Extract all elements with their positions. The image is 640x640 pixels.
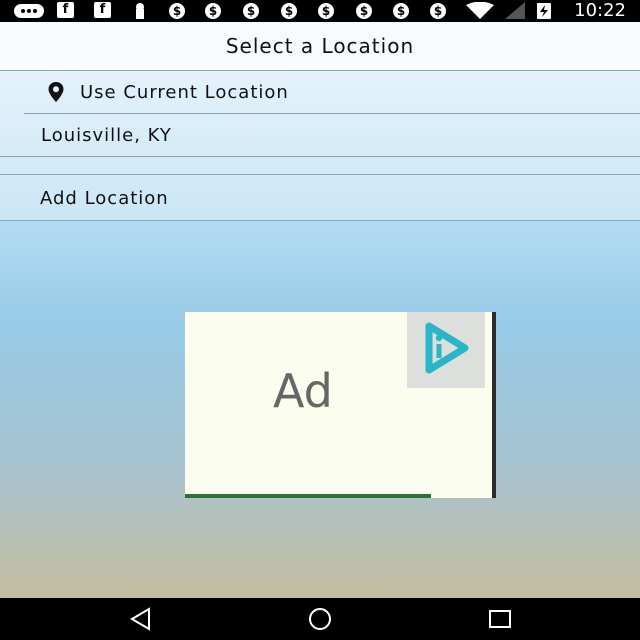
dollar-icon: $ xyxy=(205,3,221,19)
dollar-icon: $ xyxy=(393,3,409,19)
home-icon[interactable] xyxy=(307,606,333,632)
add-location-button[interactable]: Add Location xyxy=(0,176,640,221)
facebook-icon: f xyxy=(57,2,74,18)
divider xyxy=(0,220,640,221)
use-current-location-button[interactable]: Use Current Location xyxy=(0,71,640,113)
divider xyxy=(0,174,640,175)
page-title: Select a Location xyxy=(225,34,415,58)
status-bar: f f $ $ $ $ $ $ $ $ 10:22 xyxy=(0,0,640,22)
dollar-icon: $ xyxy=(356,3,372,19)
location-item-louisville[interactable]: Louisville, KY xyxy=(0,114,640,156)
navigation-bar xyxy=(0,598,640,640)
location-list: Use Current Location Louisville, KY Add … xyxy=(0,71,640,221)
header: Select a Location xyxy=(0,22,640,71)
ad-label: Ad xyxy=(273,364,333,418)
battery-charging-icon xyxy=(537,2,551,19)
keyhole-icon xyxy=(133,2,147,19)
location-item-label: Louisville, KY xyxy=(41,124,172,146)
no-signal-icon xyxy=(505,2,525,19)
message-icon xyxy=(14,2,44,19)
wifi-icon xyxy=(466,2,494,19)
recents-icon[interactable] xyxy=(487,606,513,632)
location-pin-icon xyxy=(48,82,64,102)
location-screen: Select a Location Use Current Location L… xyxy=(0,22,640,598)
adchoices-icon xyxy=(425,322,469,374)
ad-banner[interactable]: Ad xyxy=(185,312,496,498)
dollar-icon: $ xyxy=(318,3,334,19)
status-time: 10:22 xyxy=(574,0,626,21)
facebook-icon: f xyxy=(94,2,111,18)
use-current-location-label: Use Current Location xyxy=(80,81,289,103)
dollar-icon: $ xyxy=(169,3,185,19)
add-location-label: Add Location xyxy=(40,188,169,209)
adchoices-button[interactable] xyxy=(407,312,485,388)
dollar-icon: $ xyxy=(281,3,297,19)
dollar-icon: $ xyxy=(243,3,259,19)
ad-border-bottom xyxy=(185,494,431,498)
divider xyxy=(0,156,640,157)
dollar-icon: $ xyxy=(430,3,446,19)
back-icon[interactable] xyxy=(128,606,154,632)
ad-border-right xyxy=(492,312,496,498)
